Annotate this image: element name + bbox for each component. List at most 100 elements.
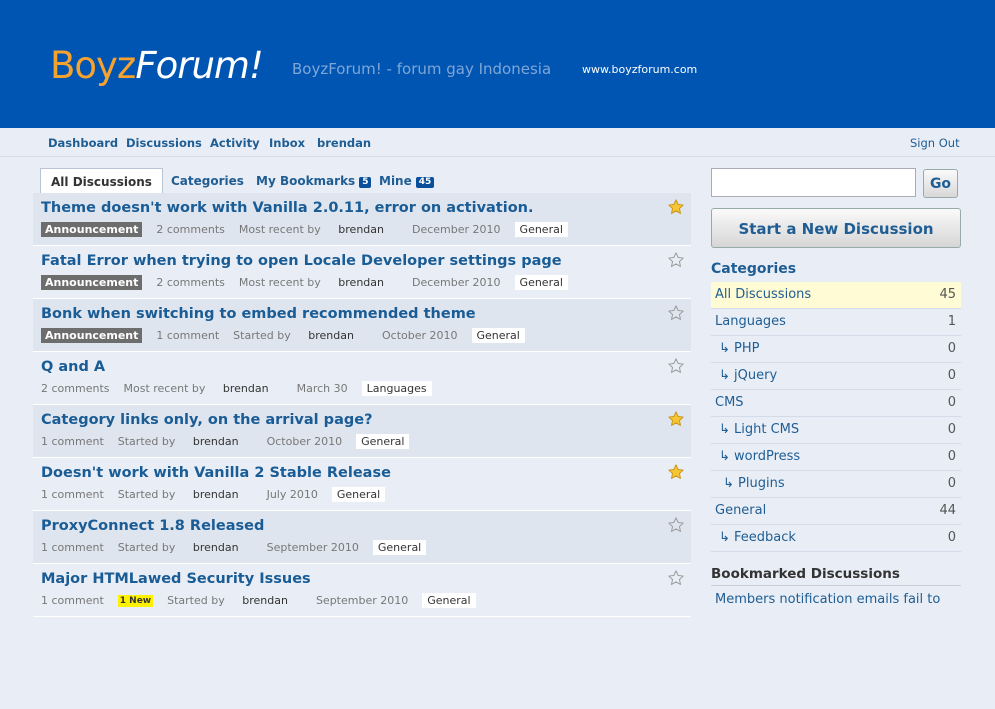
start-new-discussion-button[interactable]: Start a New Discussion — [711, 208, 961, 248]
category-name: ↳ jQuery — [719, 368, 778, 383]
site-logo[interactable]: BoyzForum! — [50, 44, 264, 87]
activity-label: Started by — [117, 488, 176, 501]
discussion-row[interactable]: ProxyConnect 1.8 Released 1 comment Starte… — [33, 511, 691, 564]
activity-label: Most recent by — [238, 276, 321, 289]
logo-part-boyz: Boyz — [50, 44, 136, 87]
category-tag[interactable]: General — [422, 593, 476, 608]
comment-count: 1 comment — [41, 488, 104, 501]
announcement-badge: Announcement — [41, 328, 143, 343]
tab-all-discussions[interactable]: All Discussions — [40, 168, 163, 195]
discussion-row[interactable]: Q and A2 comments Most recent by brendan M… — [33, 352, 691, 405]
tab-label: All Discussions — [51, 175, 152, 189]
menu-discussions[interactable]: Discussions — [126, 136, 202, 150]
category-item[interactable]: ↳ PHP 0 — [711, 336, 961, 363]
discussion-list: Theme doesn't work with Vanilla 2.0.11, … — [33, 193, 691, 617]
discussion-row[interactable]: Bonk when switching to embed recommended… — [33, 299, 691, 352]
tab-label: Categories — [171, 174, 244, 188]
discussion-title[interactable]: Category links only, on the arrival page… — [41, 412, 372, 428]
bookmarked-item[interactable]: Members notification emails fail to — [715, 592, 940, 607]
discussion-row[interactable]: Doesn't work with Vanilla 2 Stable Relea… — [33, 458, 691, 511]
discussion-date: October 2010 — [266, 435, 343, 448]
activity-label: Started by — [117, 435, 176, 448]
discussion-title[interactable]: Bonk when switching to embed recommended… — [41, 306, 476, 322]
category-count: 0 — [947, 422, 956, 437]
mine-count-badge: 45 — [415, 177, 435, 188]
discussion-meta: Announcement 2 comments Most recent by bre… — [41, 222, 582, 237]
author-link[interactable]: brendan — [193, 435, 239, 448]
bookmark-star-icon[interactable] — [667, 251, 685, 269]
tab-mine[interactable]: Mine 45 — [379, 168, 435, 193]
category-item[interactable]: ↳ wordPress 0 — [711, 444, 961, 471]
category-name: ↳ wordPress — [719, 449, 801, 464]
category-tag[interactable]: General — [514, 275, 568, 290]
category-count: 0 — [947, 449, 956, 464]
discussion-meta: 1 comment Started by brendan September 201… — [41, 540, 440, 555]
category-item[interactable]: CMS 0 — [711, 390, 961, 417]
discussion-title[interactable]: Doesn't work with Vanilla 2 Stable Relea… — [41, 465, 391, 481]
menu-inbox[interactable]: Inbox — [269, 136, 305, 150]
author-link[interactable]: brendan — [308, 329, 354, 342]
bookmark-star-icon[interactable] — [667, 198, 685, 216]
category-item[interactable]: ↳ Plugins 0 — [711, 471, 961, 498]
bookmark-star-icon[interactable] — [667, 304, 685, 322]
category-name: General — [715, 503, 767, 518]
category-item[interactable]: Languages 1 — [711, 309, 961, 336]
discussion-row[interactable]: Category links only, on the arrival page… — [33, 405, 691, 458]
category-item[interactable]: All Discussions 45 — [711, 282, 961, 309]
discussion-title[interactable]: Q and A — [41, 359, 105, 375]
author-link[interactable]: brendan — [193, 541, 239, 554]
discussion-row[interactable]: Major HTMLawed Security Issues 1 comment 1… — [33, 564, 691, 617]
menu-dashboard[interactable]: Dashboard — [48, 136, 118, 150]
category-tag[interactable]: Languages — [361, 381, 432, 396]
category-tag[interactable]: General — [471, 328, 525, 343]
discussion-row[interactable]: Fatal Error when trying to open Locale D… — [33, 246, 691, 299]
discussion-date: July 2010 — [266, 488, 318, 501]
menu-profile[interactable]: brendan — [317, 136, 371, 150]
author-link[interactable]: brendan — [242, 594, 288, 607]
category-count: 45 — [939, 287, 956, 302]
bookmark-star-icon[interactable] — [667, 569, 685, 587]
discussion-title[interactable]: Fatal Error when trying to open Locale D… — [41, 253, 562, 269]
bookmark-star-icon[interactable] — [667, 463, 685, 481]
discussion-title[interactable]: Theme doesn't work with Vanilla 2.0.11, … — [41, 200, 534, 216]
category-tag[interactable]: General — [514, 222, 568, 237]
discussion-meta: 1 comment 1 New Started by brendan Septembe… — [41, 593, 490, 608]
site-url[interactable]: www.boyzforum.com — [582, 63, 697, 76]
category-item[interactable]: General 44 — [711, 498, 961, 525]
last-activity: Started by brendan — [118, 488, 253, 501]
search-go-button[interactable]: Go — [923, 169, 958, 198]
category-count: 44 — [939, 503, 956, 518]
category-item[interactable]: ↳ Light CMS 0 — [711, 417, 961, 444]
comment-count: 2 comments — [41, 382, 110, 395]
category-tag[interactable]: General — [356, 434, 410, 449]
discussion-title[interactable]: ProxyConnect 1.8 Released — [41, 518, 264, 534]
category-count: 0 — [947, 395, 956, 410]
discussion-title[interactable]: Major HTMLawed Security Issues — [41, 571, 311, 587]
tab-label: Mine — [379, 174, 412, 188]
bookmark-star-icon[interactable] — [667, 410, 685, 428]
search-input[interactable] — [711, 168, 916, 197]
bookmark-star-icon[interactable] — [667, 516, 685, 534]
last-activity: Started by brendan — [118, 435, 253, 448]
activity-label: Most recent by — [238, 223, 321, 236]
menu-activity[interactable]: Activity — [210, 136, 260, 150]
category-count: 0 — [947, 368, 956, 383]
category-name: ↳ PHP — [719, 341, 760, 356]
bookmark-star-icon[interactable] — [667, 357, 685, 375]
category-item[interactable]: ↳ jQuery 0 — [711, 363, 961, 390]
category-item[interactable]: ↳ Feedback 0 — [711, 525, 961, 552]
sign-out-link[interactable]: Sign Out — [910, 136, 960, 150]
author-link[interactable]: brendan — [338, 223, 384, 236]
category-tag[interactable]: General — [331, 487, 386, 502]
author-link[interactable]: brendan — [338, 276, 384, 289]
discussion-meta: 1 comment Started by brendan July 2010 Gene… — [41, 487, 399, 502]
site-banner: BoyzForum! BoyzForum! - forum gay Indone… — [0, 0, 995, 128]
category-tag[interactable]: General — [372, 540, 427, 555]
discussion-date: October 2010 — [381, 329, 458, 342]
discussion-row[interactable]: Theme doesn't work with Vanilla 2.0.11, … — [33, 193, 691, 246]
author-link[interactable]: brendan — [193, 488, 239, 501]
comment-count: 1 comment — [156, 329, 220, 342]
tab-my-bookmarks[interactable]: My Bookmarks 5 — [256, 168, 372, 193]
tab-categories[interactable]: Categories — [171, 168, 244, 193]
author-link[interactable]: brendan — [223, 382, 269, 395]
